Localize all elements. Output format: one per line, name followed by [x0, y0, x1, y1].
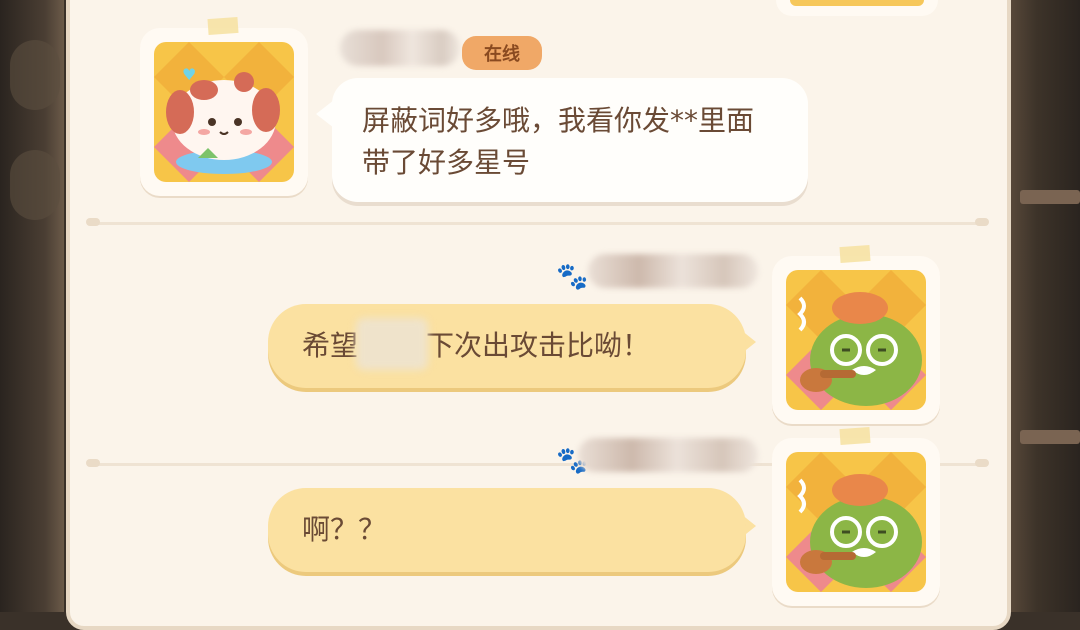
- message-bubble-incoming[interactable]: 屏蔽词好多哦，我看你发**里面 带了好多星号: [332, 78, 808, 202]
- message-avatar[interactable]: ♥: [140, 16, 308, 196]
- message-text-line: 屏蔽词好多哦，我看你发**里面: [362, 104, 755, 137]
- background-left-scene: [0, 0, 64, 612]
- censor-blur: [356, 318, 428, 370]
- message-avatar[interactable]: [772, 244, 940, 424]
- divider: [94, 222, 984, 225]
- sender-name-blurred: [340, 30, 460, 66]
- svg-text:♥: ♥: [182, 65, 196, 84]
- paw-icon: 🐾: [556, 262, 589, 292]
- sender-name-blurred: [588, 254, 758, 288]
- background-decoration: [10, 40, 60, 110]
- divider-dot: [975, 218, 989, 226]
- message-text-line: 带了好多星号: [362, 146, 531, 179]
- green-frog-pipe-avatar: [786, 270, 926, 410]
- divider-dot: [86, 218, 100, 226]
- message-bubble-outgoing[interactable]: 希望 下次出攻击比呦！: [268, 304, 746, 388]
- background-right-scene: [1008, 0, 1080, 612]
- divider-dot: [86, 459, 100, 467]
- message-avatar[interactable]: [772, 426, 940, 606]
- message-text: 下次出攻击比呦！: [426, 329, 651, 362]
- background-shelf: [1020, 430, 1080, 444]
- sender-name-blurred: [578, 438, 758, 472]
- green-frog-pipe-avatar: [786, 452, 926, 592]
- message-text: 希望: [302, 329, 359, 362]
- background-shelf: [1020, 190, 1080, 204]
- message-text: 啊？？: [302, 513, 387, 546]
- online-status-badge: 在线: [462, 36, 542, 70]
- message-bubble-outgoing[interactable]: 啊？？: [268, 488, 746, 572]
- divider-dot: [975, 459, 989, 467]
- cream-puppy-avatar: ♥: [154, 42, 294, 182]
- background-decoration: [10, 150, 60, 220]
- avatar-frame: [776, 0, 938, 16]
